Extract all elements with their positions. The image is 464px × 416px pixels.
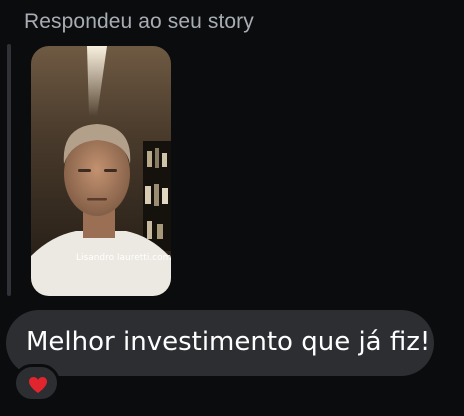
reply-quote-bar bbox=[7, 44, 11, 296]
message-bubble[interactable]: Melhor investimento que já fiz! bbox=[6, 310, 434, 376]
heart-icon bbox=[29, 377, 47, 393]
story-watermark: Lisandro lauretti.com.br bbox=[76, 253, 171, 263]
story-thumbnail[interactable]: Lisandro lauretti.com.br bbox=[31, 46, 171, 296]
reaction-badge[interactable] bbox=[13, 364, 60, 402]
chat-thread: Respondeu ao seu story Lisandro lauretti… bbox=[0, 0, 464, 416]
message-text: Melhor investimento que já fiz! bbox=[26, 327, 431, 357]
story-reply-label: Respondeu ao seu story bbox=[24, 10, 254, 33]
